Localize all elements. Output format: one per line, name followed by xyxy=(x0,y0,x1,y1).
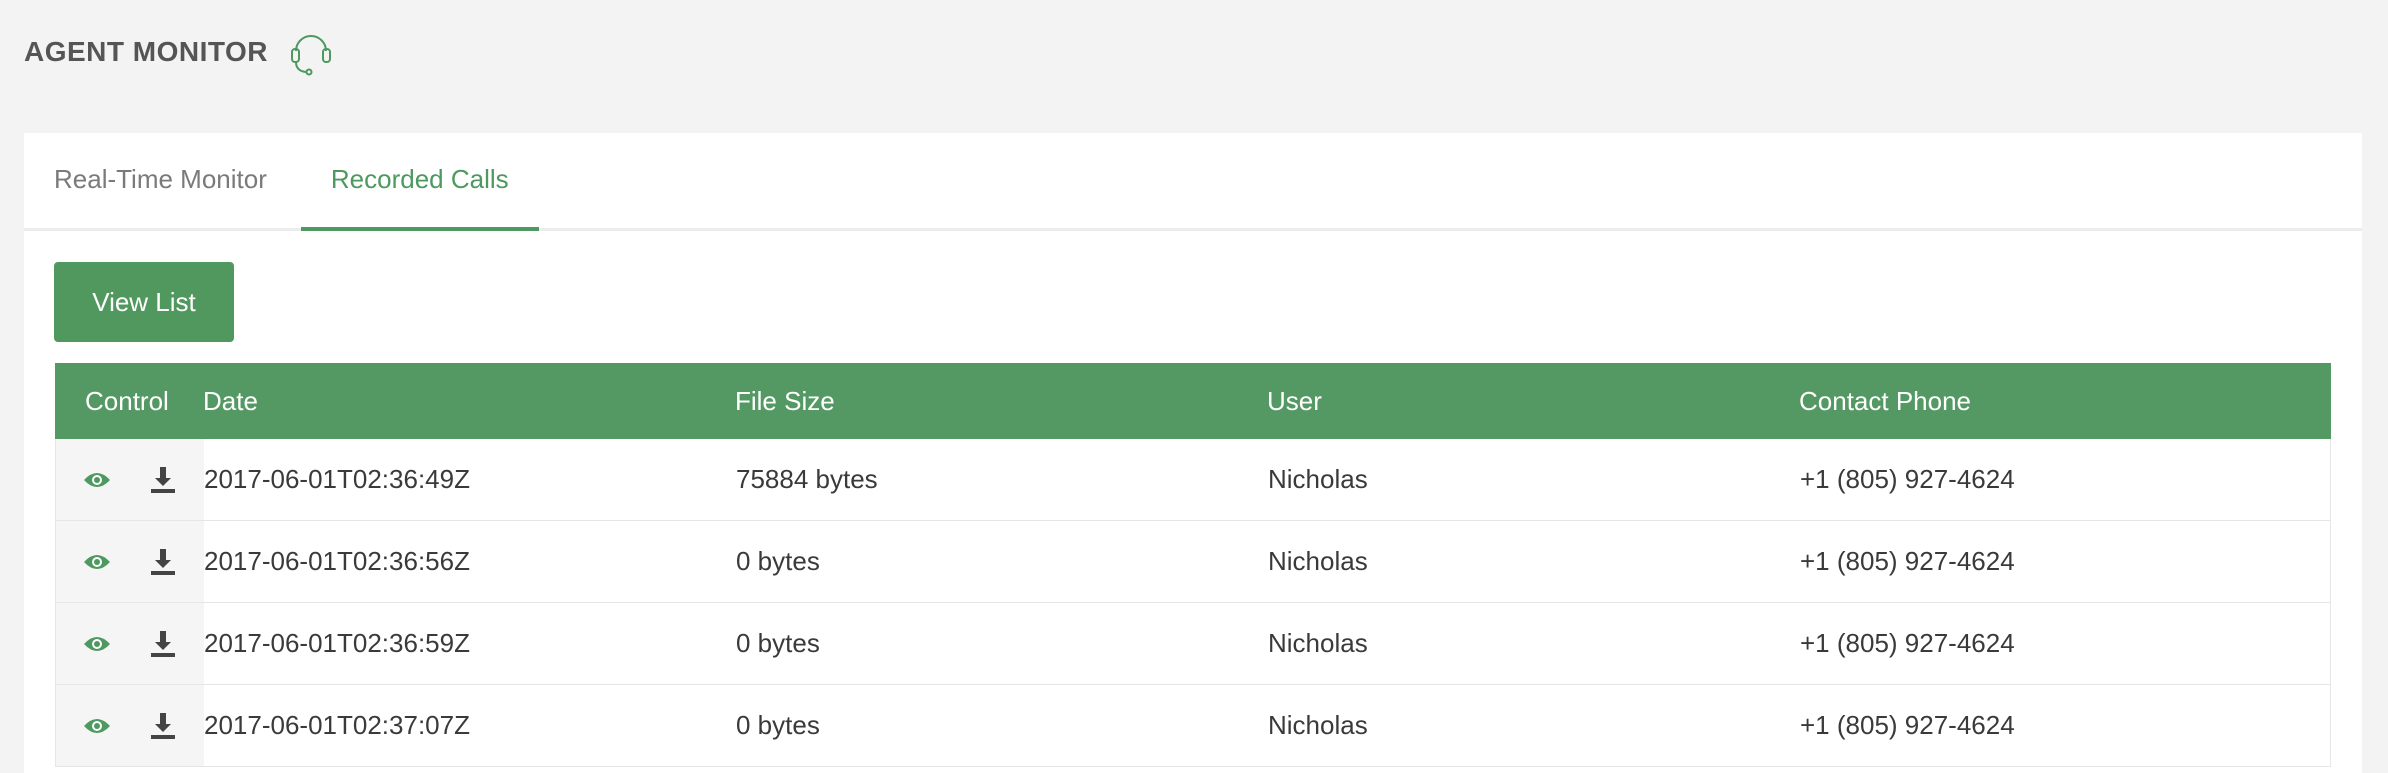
cell-date: 2017-06-01T02:36:56Z xyxy=(204,546,470,576)
row-controls xyxy=(56,521,204,602)
tab-label: Real-Time Monitor xyxy=(54,163,267,194)
column-header-file-size[interactable]: File Size xyxy=(735,386,1267,417)
cell-contact-phone: +1 (805) 927-4624 xyxy=(1800,628,2015,658)
cell-date: 2017-06-01T02:36:59Z xyxy=(204,628,470,658)
row-controls xyxy=(56,685,204,766)
recorded-calls-table: Control Date File Size User Contact Phon… xyxy=(55,363,2331,767)
tab-label: Recorded Calls xyxy=(330,163,509,194)
table-row: 2017-06-01T02:36:56Z 0 bytes Nicholas +1… xyxy=(55,521,2331,603)
cell-contact-phone: +1 (805) 927-4624 xyxy=(1800,464,2015,494)
column-header-control: Control xyxy=(85,385,169,416)
download-icon[interactable] xyxy=(146,545,180,579)
cell-file-size: 0 bytes xyxy=(736,628,820,658)
tab-recorded-calls[interactable]: Recorded Calls xyxy=(300,130,539,231)
cell-file-size: 0 bytes xyxy=(736,710,820,740)
view-list-button[interactable]: View List xyxy=(54,262,234,342)
app-title: AGENT MONITOR xyxy=(24,36,268,67)
app-header: AGENT MONITOR xyxy=(24,24,338,80)
main-panel: Real-Time Monitor Recorded Calls View Li… xyxy=(24,133,2362,773)
cell-contact-phone: +1 (805) 927-4624 xyxy=(1800,546,2015,576)
cell-file-size: 75884 bytes xyxy=(736,464,878,494)
tab-real-time-monitor[interactable]: Real-Time Monitor xyxy=(24,130,301,228)
table-header-row: Control Date File Size User Contact Phon… xyxy=(55,363,2331,439)
table-row: 2017-06-01T02:36:49Z 75884 bytes Nichola… xyxy=(55,439,2331,521)
cell-contact-phone: +1 (805) 927-4624 xyxy=(1800,710,2015,740)
row-controls xyxy=(56,439,204,520)
cell-user: Nicholas xyxy=(1268,546,1368,576)
row-controls xyxy=(56,603,204,684)
cell-file-size: 0 bytes xyxy=(736,546,820,576)
download-icon[interactable] xyxy=(146,709,180,743)
download-icon[interactable] xyxy=(146,463,180,497)
eye-icon[interactable] xyxy=(80,545,114,579)
eye-icon[interactable] xyxy=(80,627,114,661)
tab-bar: Real-Time Monitor Recorded Calls xyxy=(24,133,2362,231)
table-row: 2017-06-01T02:36:59Z 0 bytes Nicholas +1… xyxy=(55,603,2331,685)
column-header-contact-phone[interactable]: Contact Phone xyxy=(1799,386,2331,417)
cell-user: Nicholas xyxy=(1268,710,1368,740)
download-icon[interactable] xyxy=(146,627,180,661)
cell-user: Nicholas xyxy=(1268,628,1368,658)
table-row: 2017-06-01T02:37:07Z 0 bytes Nicholas +1… xyxy=(55,685,2331,767)
cell-date: 2017-06-01T02:37:07Z xyxy=(204,710,470,740)
cell-date: 2017-06-01T02:36:49Z xyxy=(204,464,470,494)
eye-icon[interactable] xyxy=(80,463,114,497)
headset-icon xyxy=(284,25,338,79)
column-header-user[interactable]: User xyxy=(1267,386,1799,417)
column-header-date[interactable]: Date xyxy=(203,386,735,417)
eye-icon[interactable] xyxy=(80,709,114,743)
cell-user: Nicholas xyxy=(1268,464,1368,494)
